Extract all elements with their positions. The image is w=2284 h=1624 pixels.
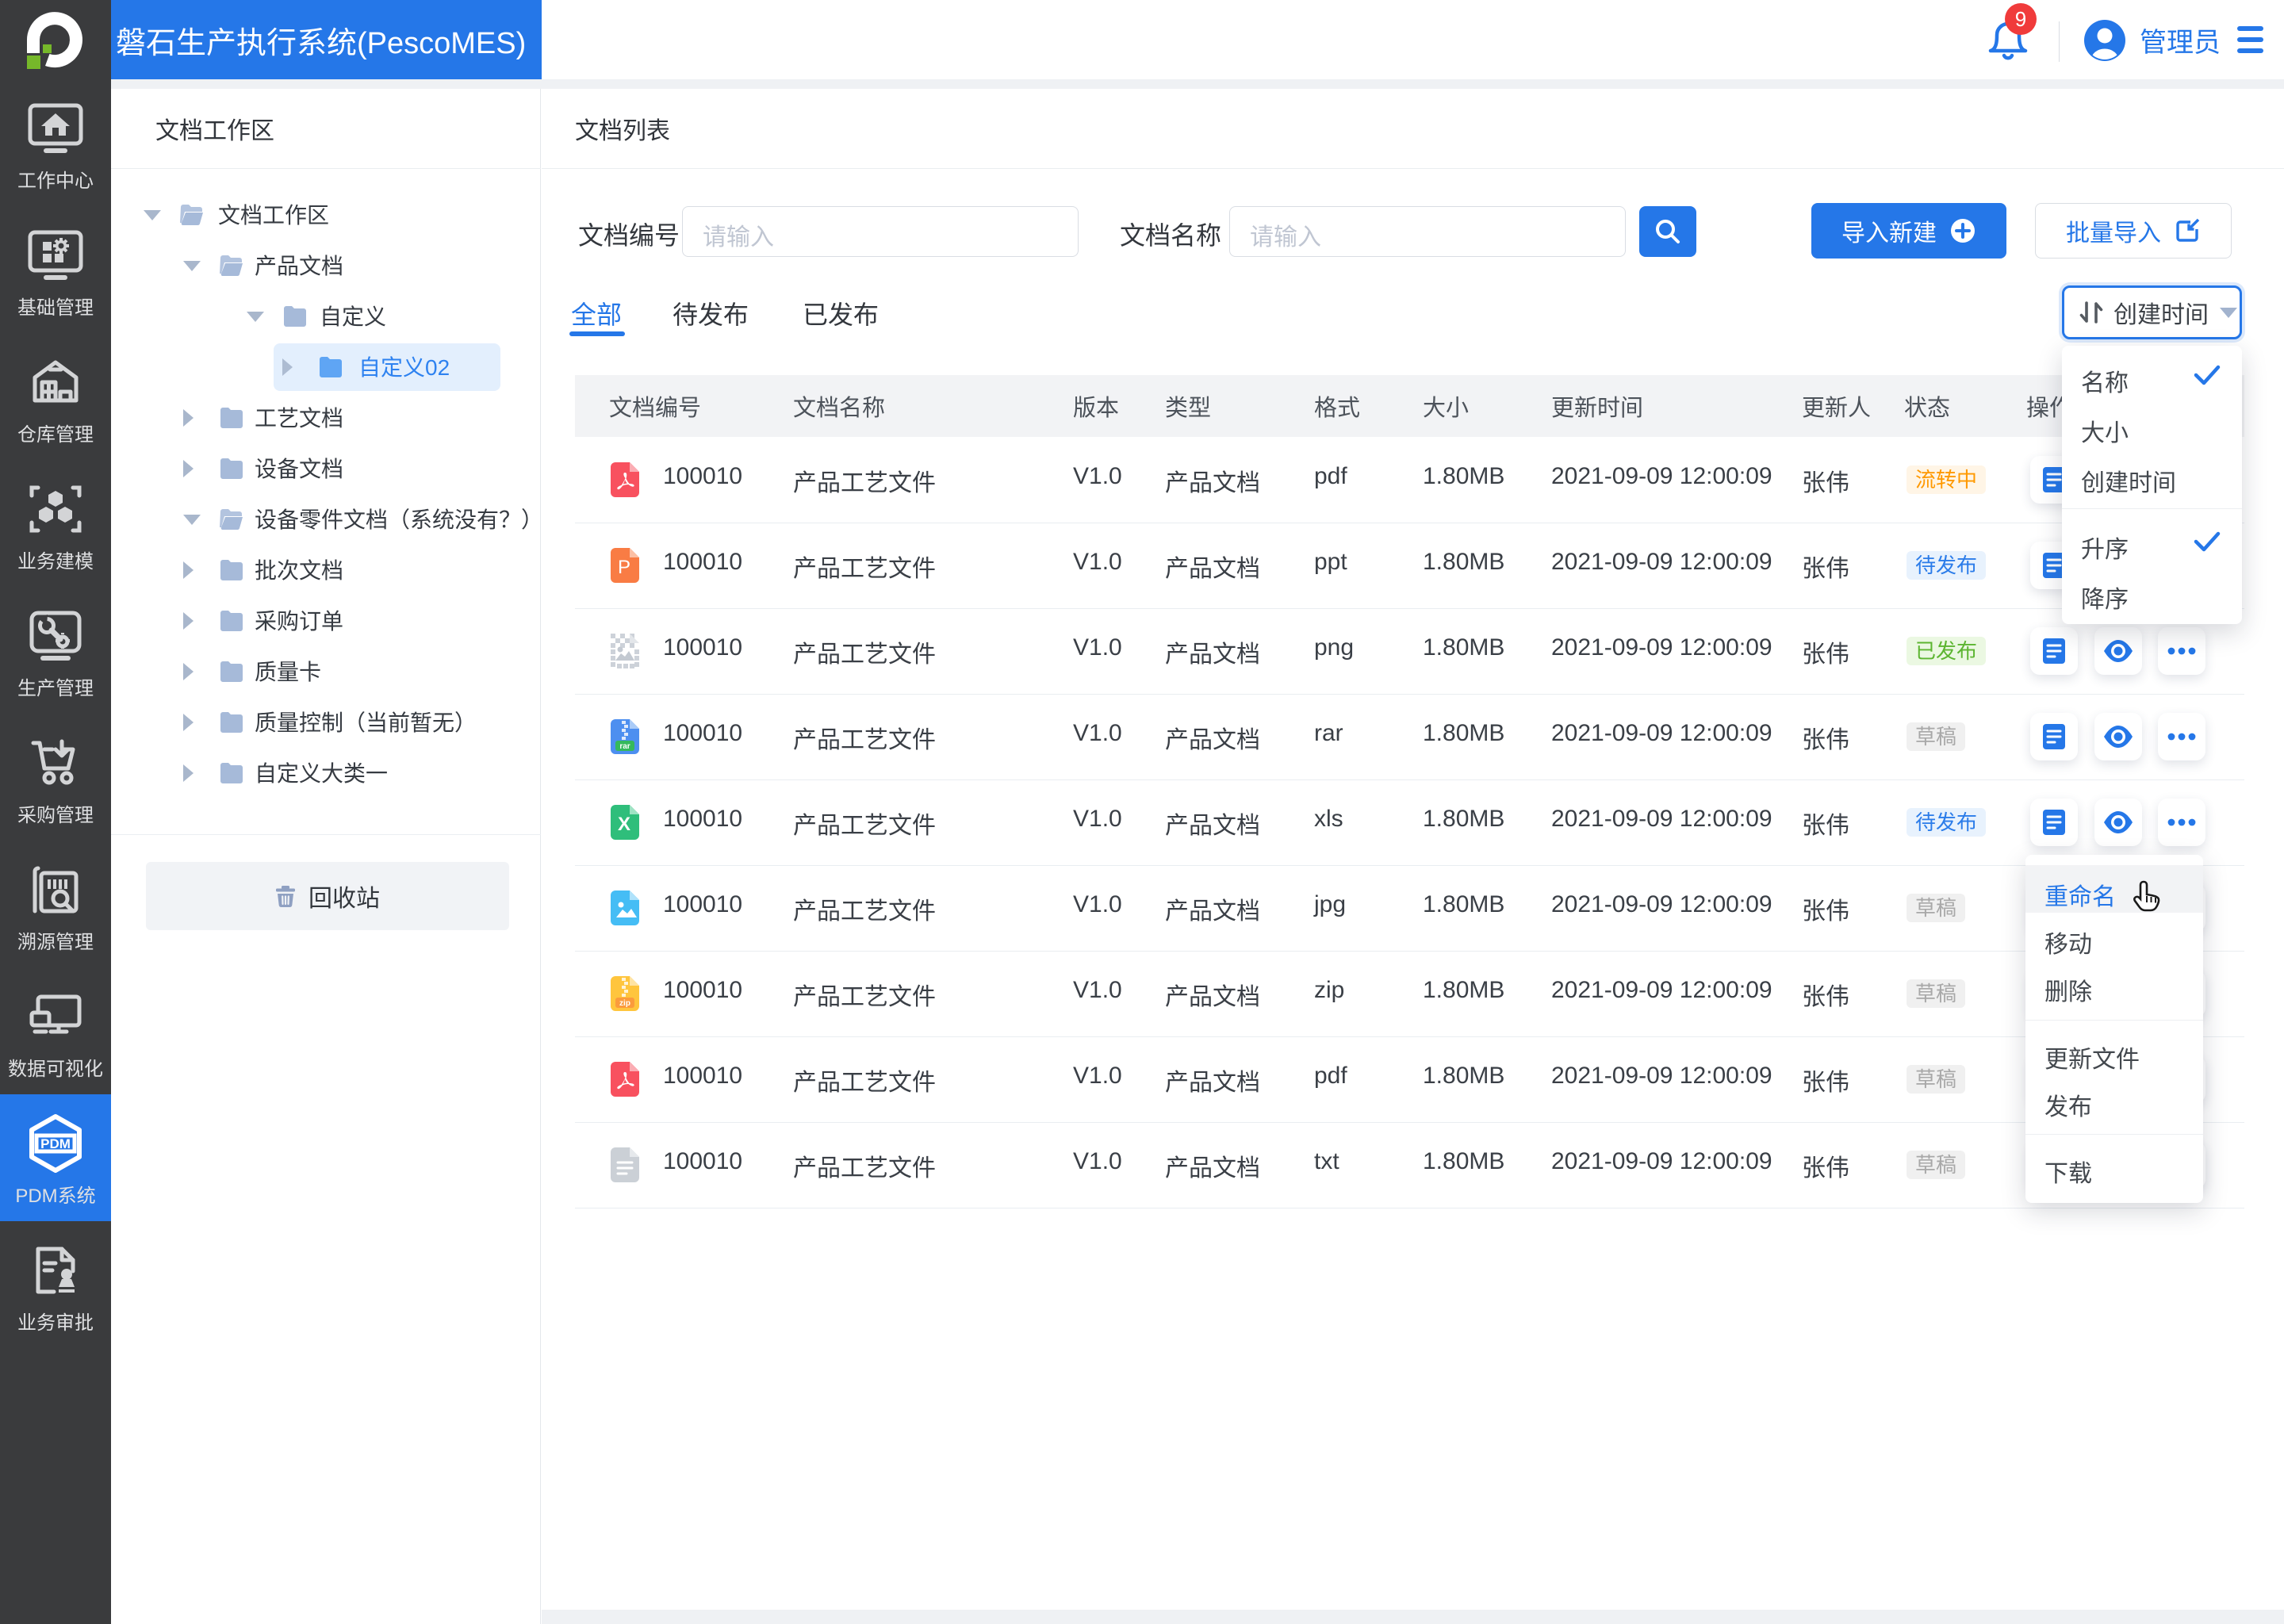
svg-text:PDM: PDM — [40, 1136, 71, 1151]
svg-text:zip: zip — [619, 999, 630, 1008]
svg-text:P: P — [618, 557, 630, 578]
svg-text:9: 9 — [2015, 7, 2026, 31]
svg-text:X: X — [618, 814, 630, 835]
svg-text:rar: rar — [619, 742, 630, 751]
